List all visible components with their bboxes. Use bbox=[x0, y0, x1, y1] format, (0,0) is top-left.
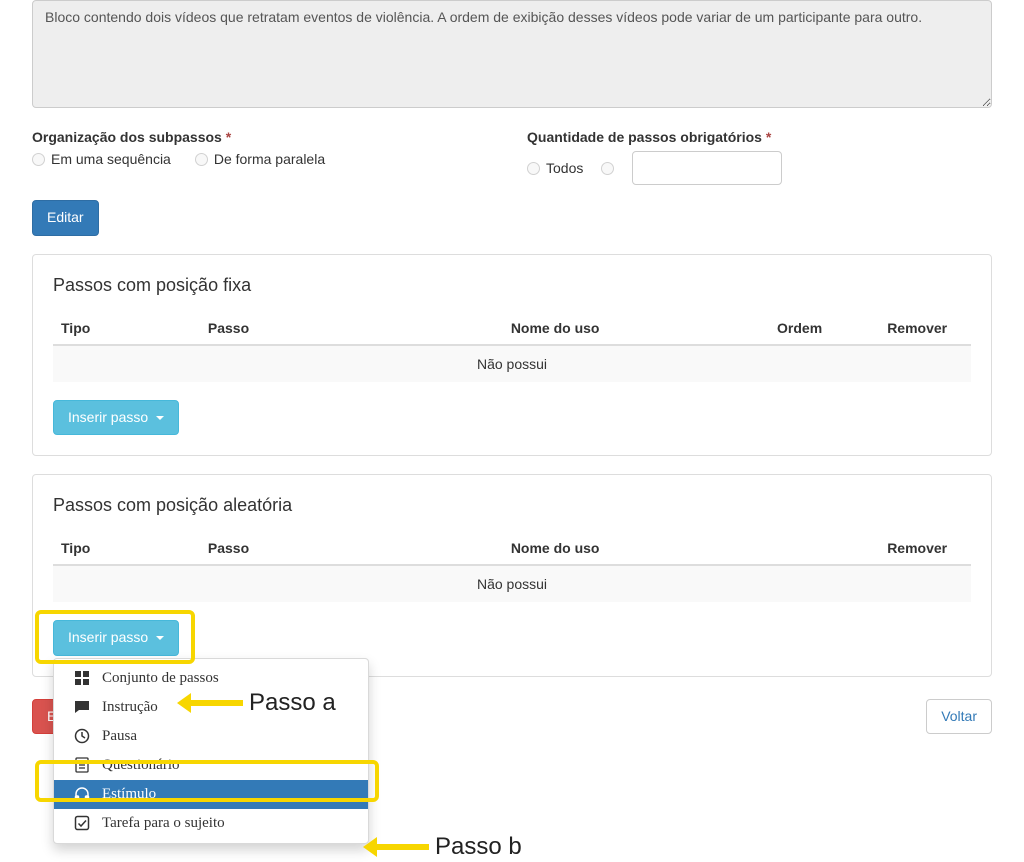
headphones-icon bbox=[74, 786, 90, 802]
random-steps-title: Passos com posição aleatória bbox=[53, 495, 971, 516]
table-row-empty: Não possui bbox=[53, 345, 971, 382]
fixed-steps-panel: Passos com posição fixa Tipo Passo Nome … bbox=[32, 254, 992, 457]
col-tipo: Tipo bbox=[53, 312, 200, 345]
grid-icon bbox=[74, 670, 90, 686]
mandatory-quantity-input[interactable] bbox=[632, 151, 782, 185]
table-row-empty: Não possui bbox=[53, 565, 971, 602]
description-textarea[interactable] bbox=[32, 0, 992, 108]
insert-step-dropdown: Conjunto de passos Instrução Pausa Quest… bbox=[53, 658, 369, 844]
dropdown-item-pause[interactable]: Pausa bbox=[54, 722, 368, 751]
col-remover: Remover bbox=[879, 532, 971, 565]
comment-icon bbox=[74, 699, 90, 715]
back-button[interactable]: Voltar bbox=[926, 699, 992, 735]
col-ordem: Ordem bbox=[769, 312, 879, 345]
col-passo: Passo bbox=[200, 312, 503, 345]
col-uso: Nome do uso bbox=[503, 312, 769, 345]
annotation-step-b: Passo b bbox=[377, 833, 522, 861]
organization-radio-parallel[interactable]: De forma paralela bbox=[195, 151, 325, 167]
chevron-down-icon bbox=[156, 416, 164, 420]
mandatory-radio-custom[interactable] bbox=[601, 162, 614, 175]
dropdown-item-questionnaire[interactable]: Questionário bbox=[54, 751, 368, 780]
col-uso: Nome do uso bbox=[503, 532, 879, 565]
dropdown-item-stimulus[interactable]: Estímulo bbox=[54, 780, 368, 809]
mandatory-radio-all[interactable]: Todos bbox=[527, 160, 583, 176]
col-tipo: Tipo bbox=[53, 532, 200, 565]
col-remover: Remover bbox=[879, 312, 971, 345]
organization-label: Organização dos subpassos * bbox=[32, 129, 497, 145]
dropdown-item-step-set[interactable]: Conjunto de passos bbox=[54, 664, 368, 693]
form-icon bbox=[74, 757, 90, 773]
random-steps-panel: Passos com posição aleatória Tipo Passo … bbox=[32, 474, 992, 677]
insert-step-fixed-button[interactable]: Inserir passo bbox=[53, 400, 179, 436]
dropdown-item-task[interactable]: Tarefa para o sujeito bbox=[54, 809, 368, 838]
mandatory-label: Quantidade de passos obrigatórios * bbox=[527, 129, 992, 145]
fixed-steps-title: Passos com posição fixa bbox=[53, 275, 971, 296]
dropdown-item-instruction[interactable]: Instrução bbox=[54, 693, 368, 722]
organization-radio-sequence[interactable]: Em uma sequência bbox=[32, 151, 171, 167]
col-passo: Passo bbox=[200, 532, 503, 565]
chevron-down-icon bbox=[156, 636, 164, 640]
insert-step-random-button[interactable]: Inserir passo bbox=[53, 620, 179, 656]
check-icon bbox=[74, 815, 90, 831]
clock-icon bbox=[74, 728, 90, 744]
edit-button[interactable]: Editar bbox=[32, 200, 99, 236]
